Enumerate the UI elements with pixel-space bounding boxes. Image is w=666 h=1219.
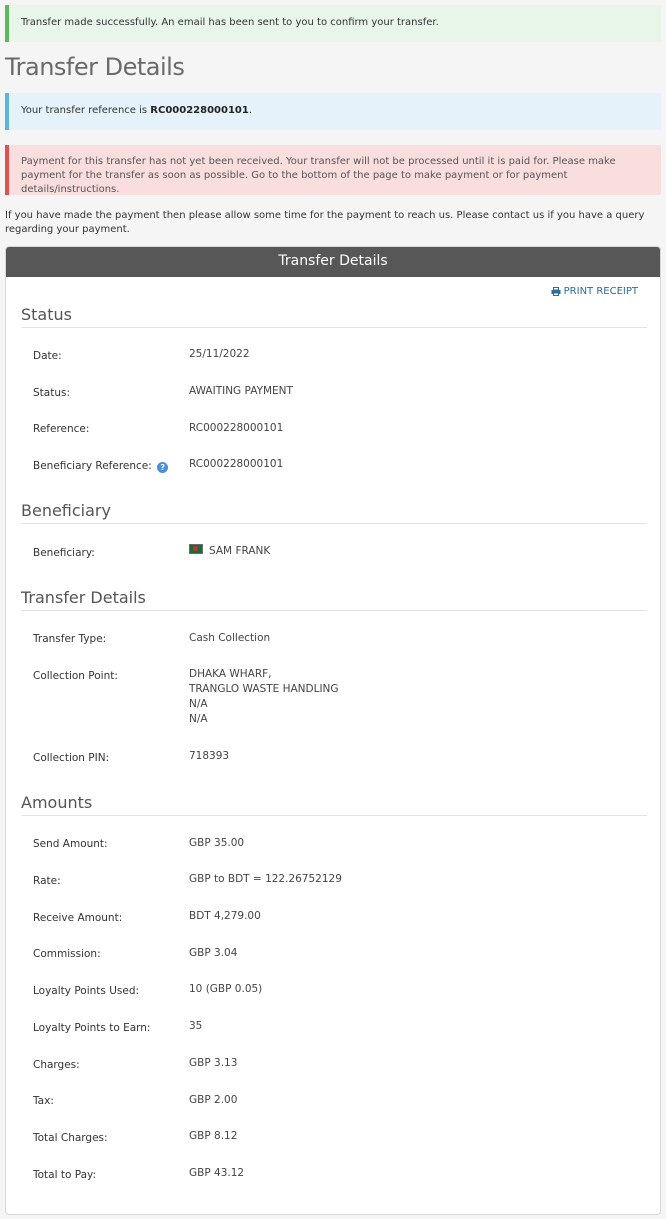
beneficiary-reference-label: Beneficiary Reference: bbox=[33, 460, 152, 472]
collection-pin-value: 718393 bbox=[189, 750, 230, 762]
reference-info-prefix: Your transfer reference is bbox=[21, 105, 151, 116]
status-value: AWAITING PAYMENT bbox=[189, 385, 293, 397]
collection-point-line: TRANGLO WASTE HANDLING bbox=[189, 683, 339, 695]
amount-label: Send Amount: bbox=[33, 838, 108, 850]
amount-value: GBP to BDT = 122.26752129 bbox=[189, 873, 342, 885]
beneficiary-value: SAM FRANK bbox=[209, 545, 271, 557]
collection-point-line: N/A bbox=[189, 713, 208, 725]
amount-value: GBP 3.04 bbox=[189, 947, 238, 959]
page-title: Transfer Details bbox=[5, 53, 185, 81]
amount-label: Loyalty Points Used: bbox=[33, 985, 140, 997]
bangladesh-flag-icon bbox=[189, 544, 203, 554]
amount-label: Rate: bbox=[33, 875, 61, 887]
printer-icon bbox=[551, 287, 561, 296]
payment-warning-text: Payment for this transfer has not yet be… bbox=[21, 156, 616, 195]
beneficiary-reference-label-wrap: Beneficiary Reference: ? bbox=[33, 459, 183, 474]
amount-label: Charges: bbox=[33, 1059, 80, 1071]
amount-label: Total Charges: bbox=[33, 1132, 108, 1144]
beneficiary-reference-value: RC000228000101 bbox=[189, 458, 284, 470]
amount-value: GBP 43.12 bbox=[189, 1167, 245, 1179]
amount-label: Receive Amount: bbox=[33, 912, 123, 924]
question-icon[interactable]: ? bbox=[157, 462, 169, 473]
payment-warning-alert: Payment for this transfer has not yet be… bbox=[5, 145, 661, 195]
beneficiary-label: Beneficiary: bbox=[33, 547, 95, 559]
amount-label: Commission: bbox=[33, 948, 101, 960]
collection-point-value: DHAKA WHARF, TRANGLO WASTE HANDLING N/A … bbox=[189, 667, 589, 727]
collection-point-line: N/A bbox=[189, 698, 208, 710]
amount-label: Loyalty Points to Earn: bbox=[33, 1022, 151, 1034]
beneficiary-value-wrap: SAM FRANK bbox=[189, 544, 589, 559]
amount-label: Total to Pay: bbox=[33, 1169, 97, 1181]
amounts-section-title: Amounts bbox=[21, 793, 647, 816]
success-alert-text: Transfer made successfully. An email has… bbox=[21, 17, 439, 28]
transfer-type-value: Cash Collection bbox=[189, 632, 271, 644]
collection-point-line: DHAKA WHARF, bbox=[189, 668, 272, 680]
date-value: 25/11/2022 bbox=[189, 348, 250, 360]
success-alert: Transfer made successfully. An email has… bbox=[5, 5, 661, 42]
date-label: Date: bbox=[33, 350, 62, 362]
print-receipt-button[interactable]: PRINT RECEIPT bbox=[551, 286, 638, 297]
collection-point-label: Collection Point: bbox=[33, 670, 118, 682]
amount-value: GBP 8.12 bbox=[189, 1130, 238, 1142]
transfer-reference: RC000228000101 bbox=[150, 105, 249, 116]
reference-label: Reference: bbox=[33, 423, 90, 435]
reference-value: RC000228000101 bbox=[189, 422, 284, 434]
reference-info-suffix: . bbox=[248, 105, 253, 116]
amount-label: Tax: bbox=[33, 1095, 54, 1107]
status-label: Status: bbox=[33, 387, 70, 399]
beneficiary-section-title: Beneficiary bbox=[21, 501, 647, 524]
reference-info-alert: Your transfer reference is RC00022800010… bbox=[5, 93, 661, 130]
transfer-details-section-title: Transfer Details bbox=[21, 588, 647, 611]
amount-value: BDT 4,279.00 bbox=[189, 910, 261, 922]
status-section-title: Status bbox=[21, 305, 647, 328]
amount-value: 10 (GBP 0.05) bbox=[189, 983, 263, 995]
amount-value: GBP 3.13 bbox=[189, 1057, 238, 1069]
amount-value: 35 bbox=[189, 1020, 203, 1032]
amount-value: GBP 35.00 bbox=[189, 837, 245, 849]
panel-header: Transfer Details bbox=[6, 247, 660, 277]
collection-pin-label: Collection PIN: bbox=[33, 752, 110, 764]
amount-value: GBP 2.00 bbox=[189, 1094, 238, 1106]
transfer-type-label: Transfer Type: bbox=[33, 633, 107, 645]
transfer-details-panel: Transfer Details PRINT RECEIPT Status Da… bbox=[5, 246, 661, 1215]
print-receipt-label: PRINT RECEIPT bbox=[563, 286, 638, 297]
payment-info-text: If you have made the payment then please… bbox=[5, 210, 645, 235]
